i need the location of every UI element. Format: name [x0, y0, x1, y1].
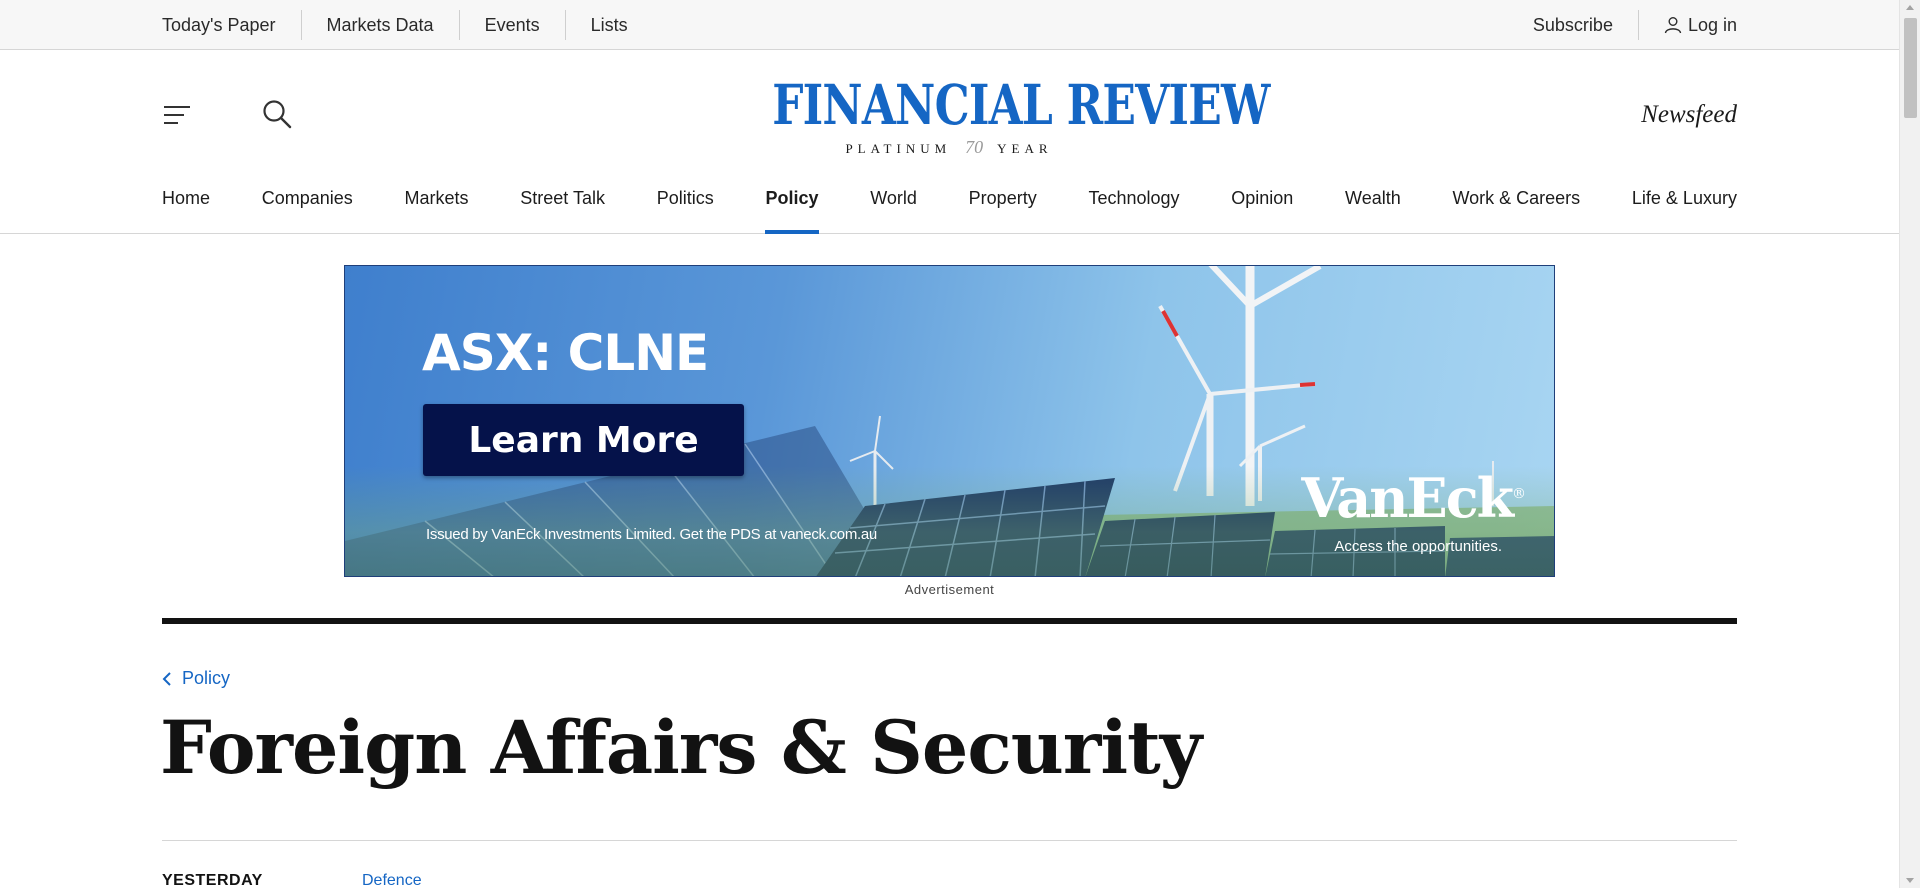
breadcrumb-label: Policy — [182, 668, 231, 688]
nav-item-home[interactable]: Home — [162, 181, 210, 234]
logo-sub-left: PLATINUM — [845, 141, 952, 156]
page-title: Foreign Affairs & Security — [160, 705, 1202, 791]
subscribe-link[interactable]: Subscribe — [1533, 10, 1639, 40]
login-link[interactable]: Log in — [1639, 15, 1737, 36]
site-logo[interactable]: FINANCIAL REVIEW PLATINUM 70 YEAR — [728, 72, 1270, 158]
logo-title: FINANCIAL REVIEW — [772, 72, 1270, 137]
logo-sub-number: 70 — [965, 137, 984, 157]
advertisement-label: Advertisement — [904, 582, 995, 597]
nav-item-street-talk[interactable]: Street Talk — [520, 181, 605, 234]
ad-brand-logo: VanEck® — [1301, 466, 1526, 530]
nav-item-policy[interactable]: Policy — [765, 181, 819, 234]
page-scrollbar[interactable] — [1899, 0, 1920, 888]
nav-item-opinion[interactable]: Opinion — [1231, 181, 1293, 234]
ad-tagline: Access the opportunities. — [1334, 538, 1502, 555]
nav-item-wealth[interactable]: Wealth — [1345, 181, 1401, 234]
nav-item-world[interactable]: World — [870, 181, 917, 234]
utility-bar: Today's Paper Markets Data Events Lists … — [0, 0, 1899, 50]
main-nav: Home Companies Markets Street Talk Politics P… — [162, 181, 1737, 234]
nav-item-markets[interactable]: Markets — [405, 181, 469, 234]
logo-subtitle: PLATINUM 70 YEAR — [728, 137, 1170, 158]
section-top-rule — [162, 618, 1737, 624]
search-icon[interactable] — [261, 98, 293, 130]
logo-sub-right: YEAR — [997, 141, 1053, 156]
ad-learn-more-button[interactable]: Learn More — [423, 404, 744, 476]
nav-item-life-and-luxury[interactable]: Life & Luxury — [1632, 181, 1737, 234]
login-label: Log in — [1687, 14, 1737, 35]
events-link[interactable]: Events — [458, 10, 565, 40]
story-tag-link[interactable]: Defence — [362, 872, 422, 888]
menu-icon[interactable] — [162, 101, 192, 129]
account-links: Subscribe Log in — [1533, 0, 1737, 50]
nav-item-companies[interactable]: Companies — [262, 181, 353, 234]
lists-link[interactable]: Lists — [564, 10, 653, 40]
nav-item-technology[interactable]: Technology — [1088, 181, 1179, 234]
ad-headline: ASX: CLNE — [422, 324, 709, 382]
nav-item-property[interactable]: Property — [969, 181, 1037, 234]
ad-brand-mark: ® — [1512, 486, 1526, 502]
chevron-left-icon — [162, 671, 171, 686]
nav-item-work-and-careers[interactable]: Work & Careers — [1452, 181, 1580, 234]
page: Today's Paper Markets Data Events Lists … — [0, 0, 1899, 888]
advertisement-banner[interactable]: ASX: CLNE Learn More Issued by VanEck In… — [344, 265, 1555, 577]
user-icon — [1664, 17, 1682, 34]
newsfeed-link[interactable]: Newsfeed — [1641, 101, 1737, 129]
breadcrumb[interactable]: Policy — [162, 668, 230, 689]
scroll-thumb[interactable] — [1904, 18, 1917, 118]
markets-data-link[interactable]: Markets Data — [300, 10, 459, 40]
ad-disclaimer: Issued by VanEck Investments Limited. Ge… — [426, 526, 877, 543]
scroll-up-arrow-icon[interactable] — [1906, 5, 1914, 10]
utility-links: Today's Paper Markets Data Events Lists — [162, 0, 653, 50]
nav-item-politics[interactable]: Politics — [657, 181, 714, 234]
section-divider — [162, 840, 1737, 841]
todays-paper-link[interactable]: Today's Paper — [162, 10, 301, 40]
scroll-down-arrow-icon[interactable] — [1906, 878, 1914, 883]
ad-brand-name: VanEck — [1301, 466, 1514, 530]
story-date: YESTERDAY — [162, 872, 263, 888]
masthead: FINANCIAL REVIEW PLATINUM 70 YEAR Newsfeed… — [0, 51, 1899, 234]
